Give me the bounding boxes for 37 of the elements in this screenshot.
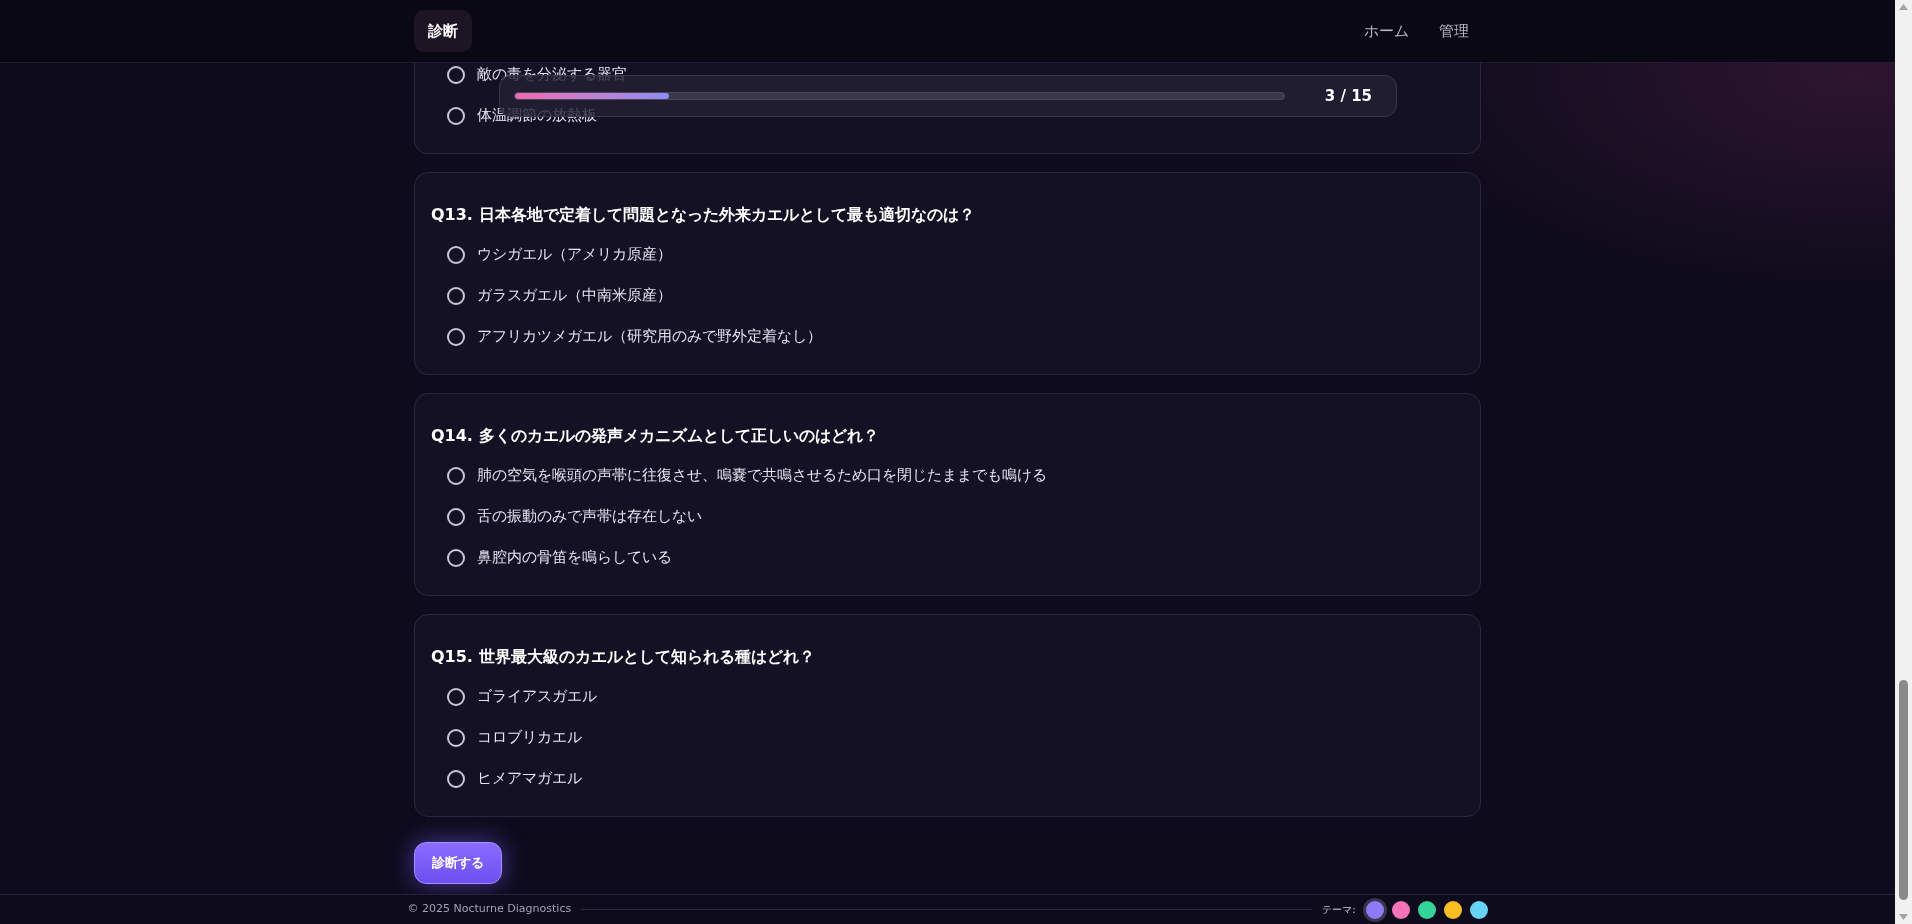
scrollbar[interactable]	[1895, 0, 1912, 924]
theme-swatch[interactable]	[1391, 900, 1410, 919]
theme-swatch[interactable]	[1443, 900, 1462, 919]
question-title: Q15. 世界最大級のカエルとして知られる種はどれ？	[431, 646, 816, 668]
radio-button[interactable]	[447, 548, 465, 567]
copyright: © 2025 Nocturne Diagnostics	[407, 901, 572, 918]
radio-button[interactable]	[447, 728, 465, 747]
option-label: ヒメアマガエル	[477, 768, 582, 790]
radio-button[interactable]	[447, 286, 465, 305]
option-label: 舌の振動のみで声帯は存在しない	[477, 506, 702, 528]
theme-swatch[interactable]	[1365, 900, 1384, 919]
radio-button[interactable]	[447, 687, 465, 706]
option-label: ゴライアスガエル	[477, 686, 597, 708]
theme-label: テーマ:	[1322, 903, 1356, 917]
submit-button[interactable]: 診断する	[414, 842, 502, 884]
radio-button[interactable]	[447, 245, 465, 264]
radio-button[interactable]	[447, 769, 465, 788]
scroll-thumb[interactable]	[1899, 680, 1908, 900]
radio-button[interactable]	[447, 65, 465, 84]
radio-button[interactable]	[447, 327, 465, 346]
logo[interactable]: 診断	[414, 9, 472, 53]
question-title: Q13. 日本各地で定着して問題となった外来カエルとして最も適切なのは？	[431, 204, 976, 226]
option-label: アフリカツメガエル（研究用のみで野外定着なし）	[477, 326, 822, 348]
option-label: ウシガエル（アメリカ原産）	[477, 244, 672, 266]
question-title: Q14. 多くのカエルの発声メカニズムとして正しいのはどれ？	[431, 425, 880, 447]
radio-button[interactable]	[447, 106, 465, 125]
option-label: ガラスガエル（中南米原産）	[477, 285, 672, 307]
theme-swatch[interactable]	[1417, 900, 1436, 919]
progress-count: 3 / 15	[1324, 85, 1373, 107]
option-label: 鼻腔内の骨笛を鳴らしている	[477, 547, 672, 569]
nav-link[interactable]: ホーム	[1364, 19, 1409, 43]
radio-button[interactable]	[447, 466, 465, 485]
option-label: 肺の空気を喉頭の声帯に往復させ、鳴嚢で共鳴させるため口を閉じたままでも鳴ける	[477, 465, 1047, 487]
theme-swatch[interactable]	[1469, 900, 1488, 919]
radio-button[interactable]	[447, 507, 465, 526]
nav-link[interactable]: 管理	[1439, 19, 1469, 43]
option-label: コロブリカエル	[477, 727, 582, 749]
